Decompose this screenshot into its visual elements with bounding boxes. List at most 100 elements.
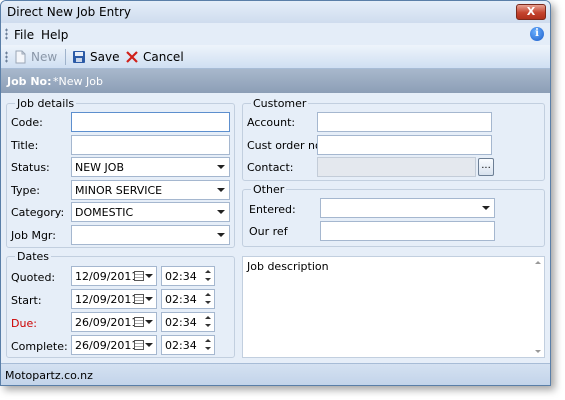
- category-value: DOMESTIC: [75, 206, 134, 219]
- calendar-icon: [134, 294, 144, 304]
- entered-label: Entered:: [249, 203, 296, 216]
- type-select[interactable]: MINOR SERVICE: [71, 180, 230, 200]
- job-details-title: Job details: [15, 97, 77, 110]
- job-entry-window: Direct New Job Entry X File Help i New S…: [0, 0, 551, 386]
- menu-bar: File Help i: [1, 23, 550, 45]
- start-time-value: 02:34: [165, 293, 197, 306]
- spinner-icon[interactable]: [203, 314, 213, 330]
- save-label: Save: [90, 50, 120, 64]
- due-time-value: 02:34: [165, 316, 197, 329]
- info-icon[interactable]: i: [530, 27, 544, 41]
- quoted-time-input[interactable]: 02:34: [161, 266, 215, 286]
- title-label: Title:: [11, 139, 39, 152]
- account-label: Account:: [247, 116, 296, 129]
- ourref-input[interactable]: [320, 221, 495, 241]
- chevron-down-icon: [482, 206, 490, 210]
- menu-file[interactable]: File: [14, 28, 34, 42]
- category-label: Category:: [11, 206, 65, 219]
- type-value: MINOR SERVICE: [75, 184, 163, 197]
- job-details-group: Job details Code: Title: Status: NEW JOB…: [6, 97, 235, 248]
- job-description-text: Job description: [247, 260, 329, 273]
- custorder-input[interactable]: [317, 135, 492, 155]
- cancel-button[interactable]: Cancel: [125, 49, 184, 65]
- save-button[interactable]: Save: [72, 49, 119, 65]
- title-input[interactable]: [71, 135, 230, 155]
- chevron-down-icon: [217, 188, 225, 192]
- contact-label: Contact:: [247, 161, 294, 174]
- calendar-icon: [134, 317, 144, 327]
- due-date-picker[interactable]: 26/09/2011: [71, 312, 157, 332]
- category-select[interactable]: DOMESTIC: [71, 202, 230, 222]
- toolbar-separator: [65, 49, 66, 65]
- cancel-icon: [125, 50, 139, 64]
- dates-group: Dates Quoted: 12/09/2011 02:34 Start: 12…: [6, 250, 235, 358]
- type-label: Type:: [11, 184, 40, 197]
- due-label: Due:: [11, 317, 37, 330]
- entered-select[interactable]: [320, 198, 495, 218]
- chevron-down-icon: [145, 320, 153, 324]
- start-time-input[interactable]: 02:34: [161, 289, 215, 309]
- code-label: Code:: [11, 116, 43, 129]
- title-bar[interactable]: Direct New Job Entry X: [1, 1, 550, 23]
- spinner-icon[interactable]: [203, 291, 213, 307]
- custorder-label: Cust order no:: [247, 139, 326, 152]
- chevron-down-icon: [217, 210, 225, 214]
- spinner-icon[interactable]: [203, 268, 213, 284]
- customer-title: Customer: [251, 97, 309, 110]
- new-label: New: [31, 50, 58, 64]
- contact-browse-button[interactable]: ...: [478, 158, 494, 176]
- start-date-picker[interactable]: 12/09/2011: [71, 289, 157, 309]
- calendar-icon: [134, 340, 144, 350]
- quoted-date-value: 12/09/2011: [75, 270, 139, 283]
- menu-help[interactable]: Help: [41, 28, 68, 42]
- status-value: NEW JOB: [75, 161, 125, 174]
- close-button[interactable]: X: [516, 4, 546, 20]
- other-title: Other: [251, 183, 287, 196]
- description-scrollbar[interactable]: [532, 257, 544, 357]
- due-date-value: 26/09/2011: [75, 316, 139, 329]
- dates-title: Dates: [15, 250, 52, 263]
- contact-input[interactable]: [317, 157, 476, 177]
- complete-time-input[interactable]: 02:34: [161, 335, 215, 355]
- spinner-icon[interactable]: [203, 337, 213, 353]
- quoted-label: Quoted:: [11, 271, 56, 284]
- status-select[interactable]: NEW JOB: [71, 157, 230, 177]
- job-number-bar: Job No: *New Job: [1, 69, 550, 93]
- other-group: Other Entered: Our ref: [242, 183, 545, 247]
- chevron-down-icon: [217, 233, 225, 237]
- complete-date-picker[interactable]: 26/09/2011: [71, 335, 157, 355]
- job-no-value: *New Job: [53, 75, 103, 88]
- account-input[interactable]: [317, 112, 492, 132]
- quoted-time-value: 02:34: [165, 270, 197, 283]
- job-description-textarea[interactable]: Job description: [242, 256, 545, 358]
- complete-label: Complete:: [11, 340, 68, 353]
- chevron-down-icon: [145, 343, 153, 347]
- chevron-down-icon: [145, 274, 153, 278]
- grip-icon: [5, 28, 8, 40]
- new-document-icon: [13, 50, 27, 64]
- complete-time-value: 02:34: [165, 339, 197, 352]
- customer-group: Customer Account: Cust order no: Contact…: [242, 97, 545, 181]
- chevron-down-icon: [217, 165, 225, 169]
- chevron-down-icon: [145, 297, 153, 301]
- code-input[interactable]: [71, 112, 230, 132]
- jobmgr-label: Job Mgr:: [11, 229, 56, 242]
- status-bar: Motopartz.co.nz: [1, 363, 550, 385]
- grip-icon: [5, 51, 8, 63]
- save-icon: [72, 50, 86, 64]
- due-time-input[interactable]: 02:34: [161, 312, 215, 332]
- toolbar: New Save Cancel: [1, 45, 550, 69]
- start-date-value: 12/09/2011: [75, 293, 139, 306]
- calendar-icon: [134, 271, 144, 281]
- ourref-label: Our ref: [249, 225, 288, 238]
- form-content: Job details Code: Title: Status: NEW JOB…: [1, 93, 550, 363]
- status-label: Status:: [11, 161, 50, 174]
- complete-date-value: 26/09/2011: [75, 339, 139, 352]
- window-title: Direct New Job Entry: [7, 5, 131, 19]
- quoted-date-picker[interactable]: 12/09/2011: [71, 266, 157, 286]
- status-text: Motopartz.co.nz: [5, 369, 93, 382]
- start-label: Start:: [11, 294, 42, 307]
- cancel-label: Cancel: [143, 50, 184, 64]
- jobmgr-select[interactable]: [71, 225, 230, 245]
- new-button[interactable]: New: [13, 49, 57, 65]
